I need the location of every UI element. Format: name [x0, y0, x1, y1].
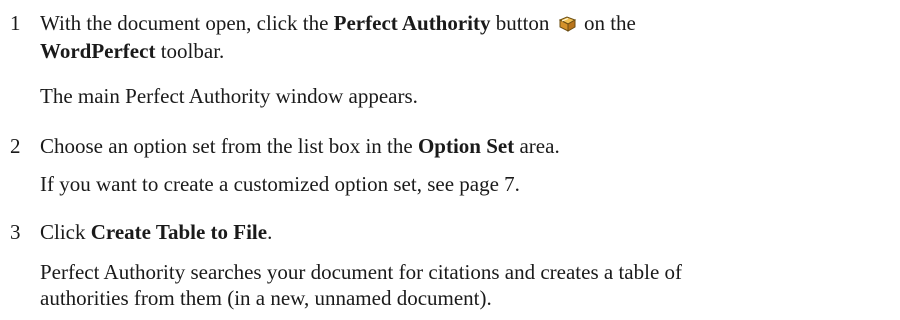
step-2-instruction: Choose an option set from the list box i… [40, 134, 560, 158]
step-number: 3 [10, 220, 21, 244]
step-3-result-line-2: authorities from them (in a new, unnamed… [40, 286, 492, 310]
step-number: 2 [10, 134, 21, 158]
perfect-authority-bold: Perfect Authority [333, 11, 491, 35]
step-number: 1 [10, 11, 21, 35]
option-set-bold: Option Set [417, 134, 515, 158]
create-table-to-file-bold: Create Table to File [90, 220, 268, 244]
book-icon [557, 12, 577, 32]
step-3-result-line-1: Perfect Authority searches your document… [40, 260, 683, 284]
instruction-document: 1 With the document open, click the Perf… [0, 0, 900, 320]
step-1-instruction-line-2: WordPerfect toolbar. [40, 39, 225, 63]
step-1-result: The main Perfect Authority window appear… [40, 84, 418, 108]
wordperfect-bold: WordPerfect [40, 39, 156, 63]
step-2-result: If you want to create a customized optio… [40, 172, 520, 196]
step-1-instruction-line-1: With the document open, click the Perfec… [40, 11, 636, 35]
step-3-instruction: Click Create Table to File. [40, 220, 273, 244]
